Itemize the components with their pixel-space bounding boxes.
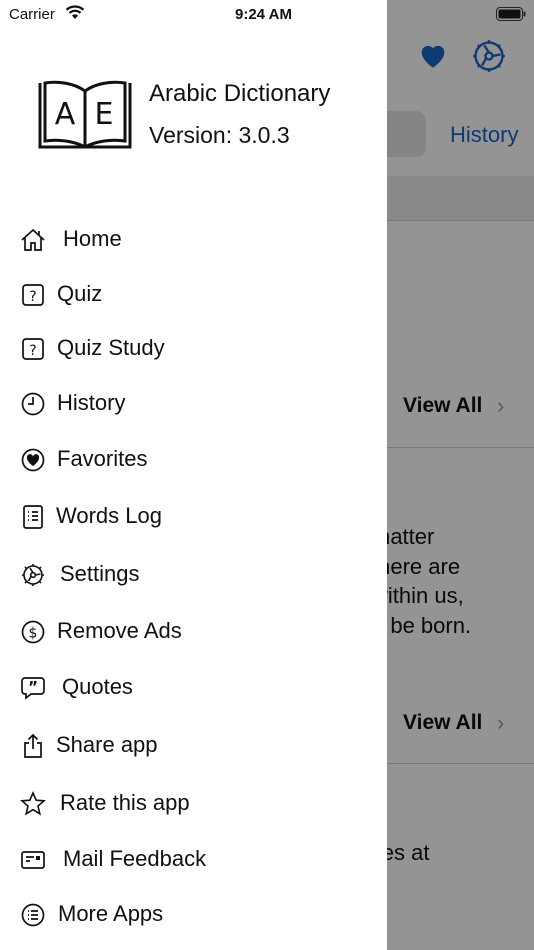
menu-label: Settings [60,561,140,586]
svg-text:?: ? [29,289,36,305]
svg-text:”: ” [28,678,38,696]
side-drawer: A E Arabic Dictionary Version: 3.0.3 Hom… [0,0,387,950]
share-icon [20,733,46,759]
gear-icon [20,562,46,588]
menu-label: Home [63,226,122,251]
menu-item-home[interactable]: Home [0,218,387,262]
carrier-label: Carrier [9,6,55,23]
menu-label: Quiz Study [57,335,165,360]
clock: 9:24 AM [235,6,292,23]
menu-item-quiz-study[interactable]: ? Quiz Study [0,327,387,371]
menu-item-more-apps[interactable]: More Apps [0,893,387,937]
menu-item-words-log[interactable]: Words Log [0,495,387,539]
menu-label: Quotes [62,674,133,699]
menu-label: Remove Ads [57,618,182,643]
menu-item-mail-feedback[interactable]: Mail Feedback [0,838,387,882]
svg-text:$: $ [29,626,38,642]
list-doc-icon [20,504,46,530]
svg-text:?: ? [29,343,36,359]
menu-item-quotes[interactable]: ” Quotes [0,666,387,710]
menu-item-remove-ads[interactable]: $ Remove Ads [0,610,387,654]
star-icon [20,791,46,817]
menu-label: Share app [56,732,158,757]
menu-item-favorites[interactable]: Favorites [0,438,387,482]
menu-label: Words Log [56,503,162,528]
wifi-icon [65,5,85,19]
menu-label: History [57,390,126,415]
status-bar: Carrier 9:24 AM [0,0,534,30]
menu-item-quiz[interactable]: ? Quiz [0,273,387,317]
menu-label: Rate this app [60,790,190,815]
list-circle-icon [20,902,46,928]
menu-label: More Apps [58,901,164,926]
dollar-circle-icon: $ [20,619,46,645]
drawer-menu: Home ? Quiz ? Quiz Study History Favorit… [0,0,387,950]
menu-item-history[interactable]: History [0,382,387,426]
menu-item-rate-app[interactable]: Rate this app [0,782,387,826]
battery-icon [496,7,526,21]
question-square-icon: ? [20,336,46,362]
quote-bubble-icon: ” [20,675,46,701]
menu-label: Quiz [57,281,103,306]
mail-card-icon [20,847,46,873]
clock-icon [20,391,46,417]
menu-item-settings[interactable]: Settings [0,553,387,597]
home-icon [20,227,46,253]
menu-label: Mail Feedback [63,846,207,871]
menu-label: Favorites [57,446,148,471]
heart-circle-icon [20,447,46,473]
menu-item-share-app[interactable]: Share app [0,724,387,768]
question-square-icon: ? [20,282,46,308]
